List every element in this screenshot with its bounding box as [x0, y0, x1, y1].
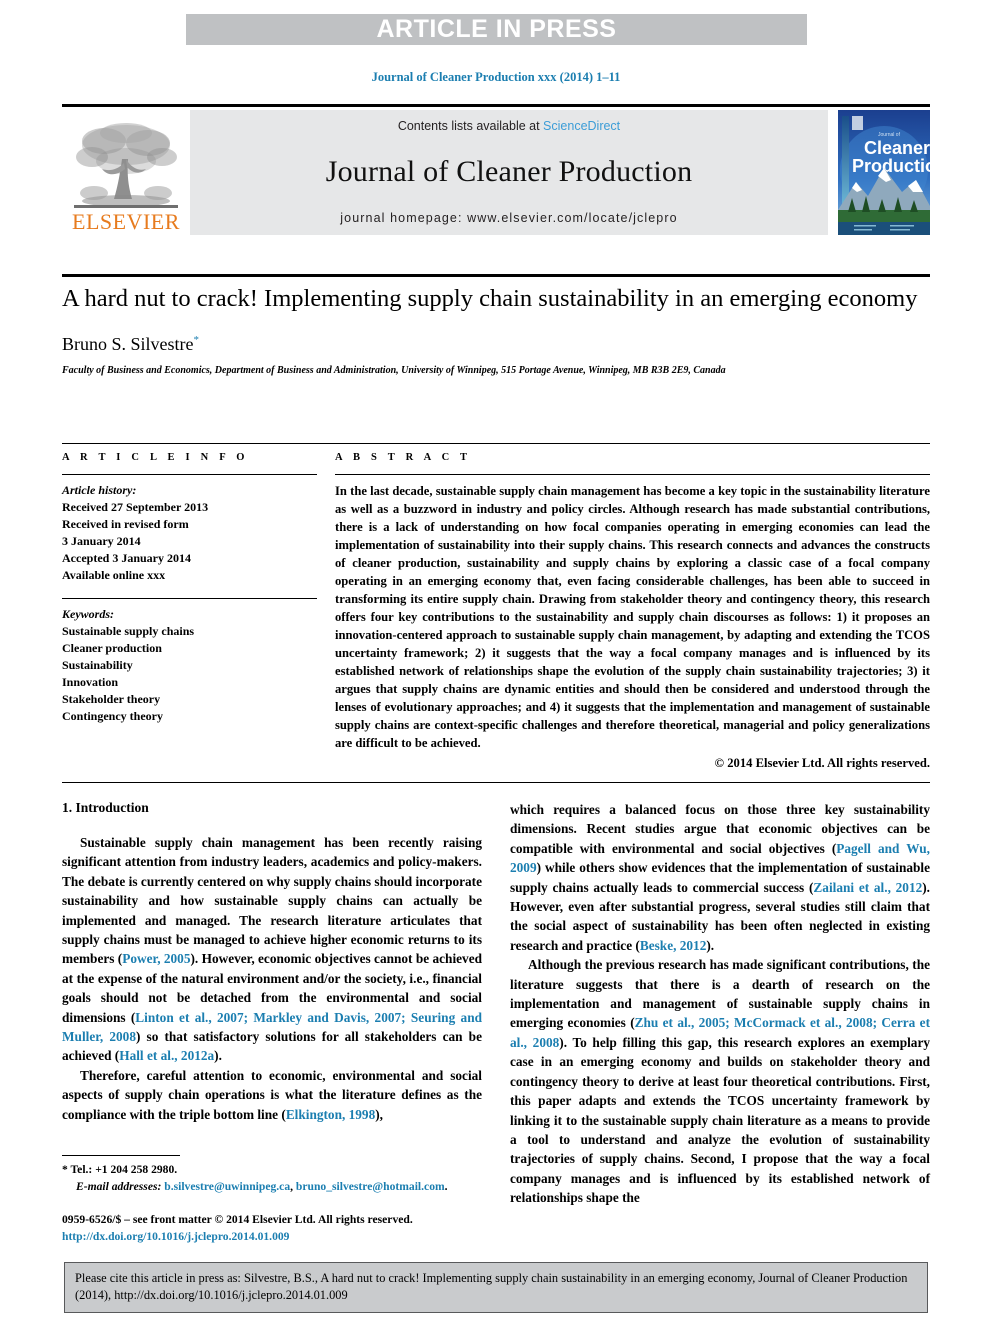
paragraph: Sustainable supply chain management has … — [62, 835, 482, 1064]
citation-link[interactable]: Pagell and Wu, 2009 — [510, 841, 930, 875]
body-column-right: which requires a balanced focus on those… — [510, 800, 930, 1208]
contents-lists-line: Contents lists available at ScienceDirec… — [398, 119, 620, 133]
footnote-block: * Tel.: +1 204 258 2980. E-mail addresse… — [62, 1155, 482, 1196]
history-item: 3 January 2014 — [62, 534, 141, 549]
history-item: Received 27 September 2013 — [62, 500, 209, 515]
elsevier-wordmark: ELSEVIER — [72, 209, 180, 234]
sciencedirect-link[interactable]: ScienceDirect — [543, 119, 620, 133]
body-column-left: 1. Introduction Sustainable supply chain… — [62, 800, 482, 1208]
abstract-bottom-rule — [62, 782, 930, 783]
section-heading-introduction: 1. Introduction — [62, 800, 149, 815]
keywords-label: Keywords: — [62, 607, 114, 622]
article-title-block: A hard nut to crack! Implementing supply… — [62, 283, 930, 379]
abstract-copyright: © 2014 Elsevier Ltd. All rights reserved… — [714, 756, 930, 770]
article-info-header: A R T I C L E I N F O — [62, 452, 249, 463]
keyword-item: Sustainable supply chains — [62, 624, 195, 639]
footnote-tel-line: * Tel.: +1 204 258 2980. — [62, 1161, 482, 1178]
journal-title: Journal of Cleaner Production — [325, 155, 693, 188]
journal-homepage-line[interactable]: journal homepage: www.elsevier.com/locat… — [340, 211, 677, 225]
footnote-marker: * — [62, 1163, 68, 1176]
citation-link[interactable]: Beske, 2012 — [640, 938, 707, 953]
keyword-item: Innovation — [62, 675, 119, 690]
elsevier-tree-icon — [74, 123, 178, 208]
history-item: Received in revised form — [62, 517, 189, 532]
citation-link[interactable]: Linton et al., 2007; Markley and Davis, … — [62, 1010, 482, 1044]
history-item: Available online xxx — [62, 568, 166, 583]
citation-link[interactable]: Elkington, 1998 — [286, 1107, 375, 1122]
email-link-secondary[interactable]: bruno_silvestre@hotmail.com — [296, 1180, 445, 1193]
page-title: A hard nut to crack! Implementing supply… — [62, 285, 918, 312]
cite-article-text: Please cite this article in press as: Si… — [75, 1271, 908, 1302]
cite-article-box: Please cite this article in press as: Si… — [64, 1262, 928, 1313]
info-abstract-section: A R T I C L E I N F O A B S T R A C T Ar… — [62, 452, 930, 772]
elsevier-logo: ELSEVIER — [62, 110, 190, 235]
article-body: 1. Introduction Sustainable supply chain… — [62, 800, 930, 1208]
journal-cover-thumbnail: Journal of Cleaner Production — [838, 110, 947, 235]
paragraph: Although the previous research has made … — [510, 957, 930, 1206]
info-top-rule — [62, 443, 930, 444]
issn-line: 0959-6526/$ – see front matter © 2014 El… — [62, 1213, 413, 1226]
keyword-item: Contingency theory — [62, 709, 163, 724]
keyword-item: Sustainability — [62, 658, 133, 673]
footnote-rule — [62, 1155, 180, 1156]
svg-text:Production: Production — [852, 156, 930, 176]
title-top-rule — [62, 274, 930, 277]
issn-copyright-block: 0959-6526/$ – see front matter © 2014 El… — [62, 1212, 492, 1246]
citation-link[interactable]: Zhu et al., 2005; McCormack et al., 2008… — [510, 1015, 930, 1049]
keyword-item: Cleaner production — [62, 641, 162, 656]
journal-masthead: ELSEVIER Contents lists available at Sci… — [62, 104, 947, 235]
article-in-press-label: ARTICLE IN PRESS — [376, 15, 617, 43]
author-line: Bruno S. Silvestre* — [62, 334, 930, 355]
keyword-item: Stakeholder theory — [62, 692, 161, 707]
article-in-press-banner: ARTICLE IN PRESS — [186, 14, 807, 45]
contents-lists-prefix: Contents lists available at — [397, 119, 544, 133]
email-end-period: . — [444, 1180, 448, 1194]
citation-link[interactable]: Power, 2005 — [122, 951, 190, 966]
email-addresses-label: E-mail addresses: — [76, 1180, 162, 1194]
abstract-body: In the last decade, sustainable supply c… — [335, 474, 930, 772]
abstract-column: In the last decade, sustainable supply c… — [335, 474, 930, 772]
history-item: Accepted 3 January 2014 — [62, 551, 191, 566]
journal-running-head: Journal of Cleaner Production xxx (2014)… — [371, 70, 621, 84]
author-footnote-marker[interactable]: * — [194, 334, 200, 346]
paragraph: Therefore, careful attention to economic… — [62, 1067, 482, 1122]
author-affiliation: Faculty of Business and Economics, Depar… — [62, 365, 726, 377]
journal-cover-image: Journal of Cleaner Production — [838, 110, 947, 235]
paragraph: which requires a balanced focus on those… — [510, 802, 931, 953]
keywords-block: Keywords: Sustainable supply chains Clea… — [62, 598, 317, 725]
article-info-column: Article history: Received 27 September 2… — [62, 474, 335, 772]
email-link-primary[interactable]: b.silvestre@uwinnipeg.ca — [164, 1180, 290, 1193]
article-history-block: Article history: Received 27 September 2… — [62, 474, 317, 584]
citation-link[interactable]: Zailani et al., 2012 — [813, 880, 922, 895]
footnote-email-line: E-mail addresses: b.silvestre@uwinnipeg.… — [62, 1178, 482, 1195]
doi-link[interactable]: http://dx.doi.org/10.1016/j.jclepro.2014… — [62, 1230, 289, 1243]
footnote-tel: Tel.: +1 204 258 2980. — [70, 1163, 178, 1176]
article-history-label: Article history: — [62, 483, 137, 497]
author-name: Bruno S. Silvestre — [62, 334, 194, 355]
svg-text:Cleaner: Cleaner — [864, 138, 930, 158]
citation-link[interactable]: Hall et al., 2012a — [119, 1048, 214, 1063]
abstract-paragraph: In the last decade, sustainable supply c… — [335, 484, 930, 750]
masthead-center-band: Contents lists available at ScienceDirec… — [190, 110, 828, 235]
abstract-header: A B S T R A C T — [335, 452, 472, 463]
